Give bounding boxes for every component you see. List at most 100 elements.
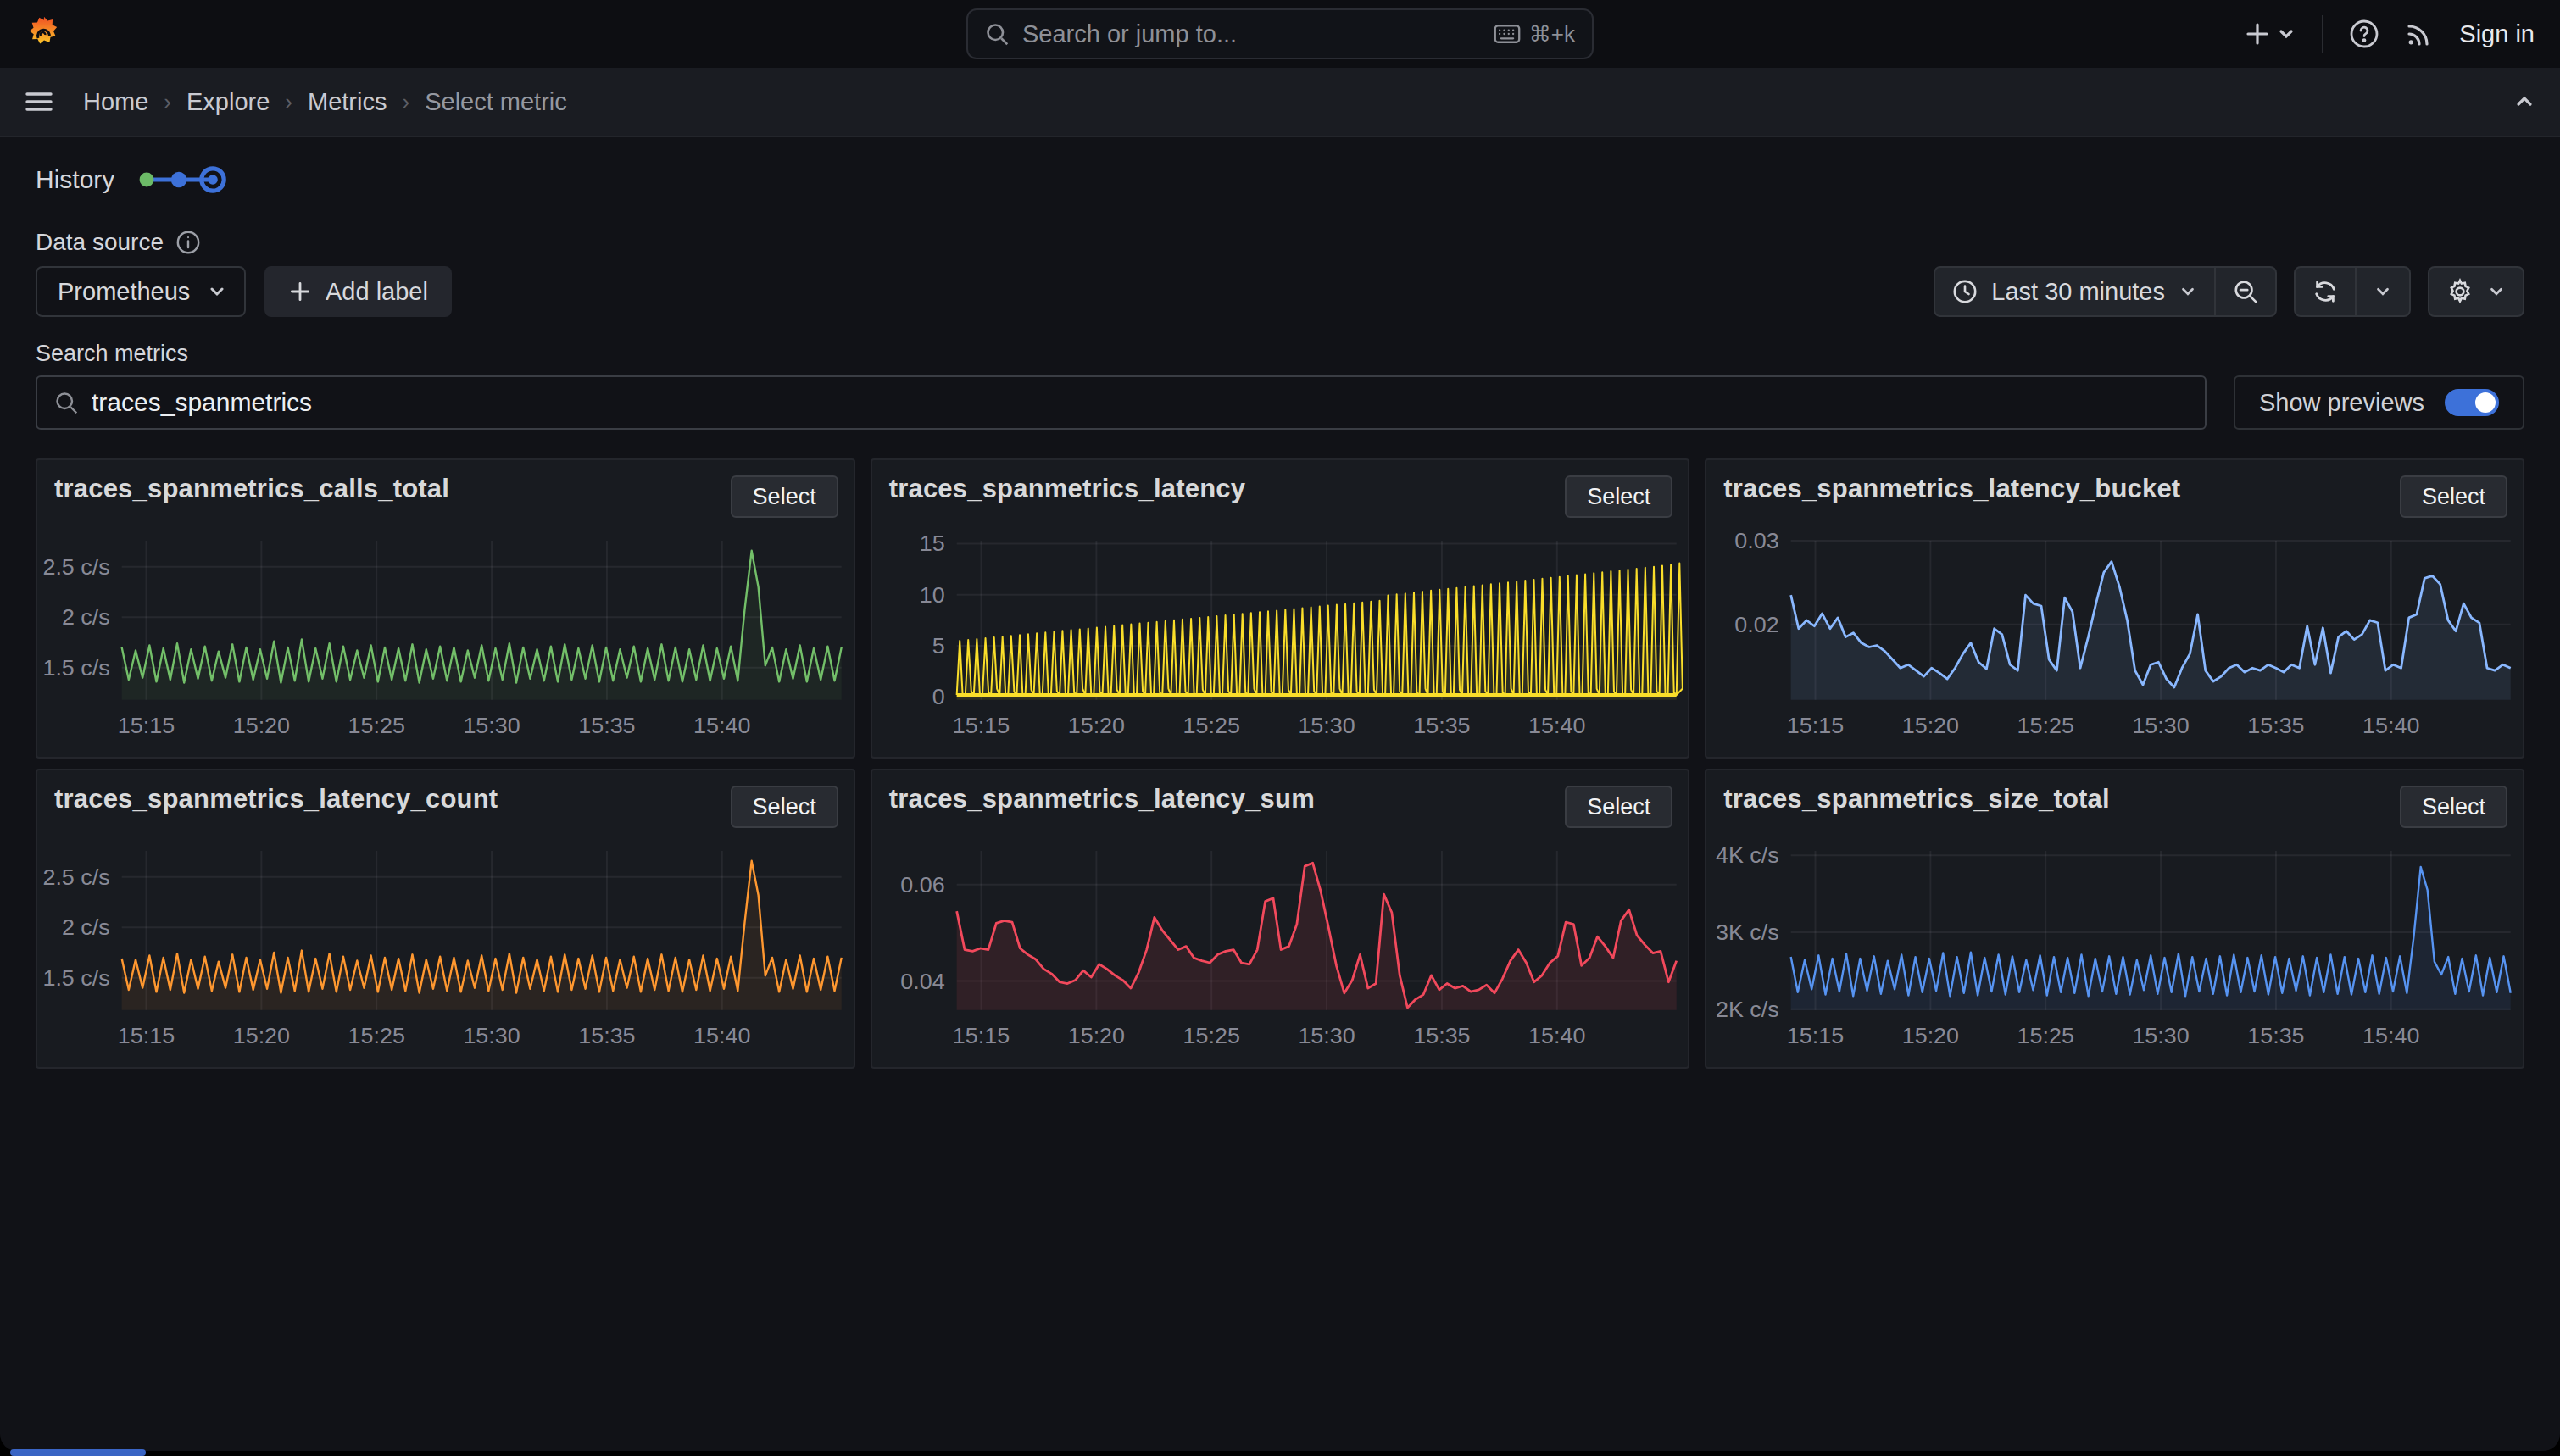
gear-icon: [2446, 278, 2474, 305]
svg-text:15:20: 15:20: [1902, 1023, 1959, 1048]
svg-text:15:20: 15:20: [233, 713, 290, 738]
svg-text:15:15: 15:15: [1787, 713, 1844, 738]
show-previews-control: Show previews: [2234, 375, 2524, 430]
svg-text:2 c/s: 2 c/s: [62, 604, 110, 630]
chevron-down-icon: [2276, 24, 2296, 44]
select-button[interactable]: Select: [1565, 786, 1672, 828]
svg-text:2.5 c/s: 2.5 c/s: [42, 864, 109, 890]
select-button[interactable]: Select: [731, 475, 838, 518]
settings-button[interactable]: [2429, 268, 2523, 315]
collapse-chevron-up-icon[interactable]: [2513, 90, 2536, 114]
svg-text:15:35: 15:35: [1413, 713, 1470, 738]
svg-text:15:35: 15:35: [2248, 713, 2305, 738]
add-label-button[interactable]: Add label: [264, 266, 452, 317]
plus-icon: [288, 280, 312, 303]
zoom-out-button[interactable]: [2216, 268, 2275, 315]
search-metrics-label: Search metrics: [36, 341, 2524, 367]
refresh-interval-dropdown[interactable]: [2357, 268, 2409, 315]
select-button[interactable]: Select: [2400, 786, 2507, 828]
datasource-picker-value: Prometheus: [58, 278, 190, 306]
svg-text:15:40: 15:40: [693, 1023, 750, 1048]
menu-toggle-icon[interactable]: [24, 86, 54, 117]
svg-text:15:15: 15:15: [953, 713, 1010, 738]
search-shortcut: ⌘+k: [1529, 21, 1575, 47]
search-row: traces_spanmetrics Show previews: [36, 375, 2524, 430]
svg-text:0.06: 0.06: [900, 872, 944, 897]
breadcrumb: Home › Explore › Metrics › Select metric: [83, 88, 567, 116]
settings-group: [2428, 266, 2524, 317]
svg-text:15:35: 15:35: [578, 713, 635, 738]
svg-text:0.02: 0.02: [1735, 612, 1779, 637]
refresh-group: [2294, 266, 2411, 317]
show-previews-toggle[interactable]: [2445, 389, 2499, 416]
svg-text:15:30: 15:30: [463, 713, 520, 738]
refresh-button[interactable]: [2296, 268, 2355, 315]
datasource-picker[interactable]: Prometheus: [36, 266, 246, 317]
content-pane: Home › Explore › Metrics › Select metric…: [0, 68, 2560, 1451]
breadcrumb-explore[interactable]: Explore: [186, 88, 270, 116]
svg-text:15:25: 15:25: [1183, 713, 1239, 738]
svg-text:3K c/s: 3K c/s: [1716, 920, 1779, 945]
svg-text:15:30: 15:30: [1298, 713, 1355, 738]
metric-panel: traces_spanmetrics_latency_bucket Select…: [1705, 458, 2524, 759]
svg-text:15:40: 15:40: [2362, 1023, 2419, 1048]
svg-text:15:40: 15:40: [1528, 713, 1585, 738]
news-rss-icon[interactable]: [2405, 19, 2434, 48]
metric-panel: traces_spanmetrics_latency Select 051015…: [871, 458, 1690, 759]
svg-text:15:20: 15:20: [1067, 713, 1124, 738]
nav-divider: [2322, 15, 2323, 53]
svg-text:15:25: 15:25: [1183, 1023, 1239, 1048]
svg-text:15:30: 15:30: [1298, 1023, 1355, 1048]
svg-text:15:35: 15:35: [578, 1023, 635, 1048]
svg-text:15:40: 15:40: [2362, 713, 2419, 738]
chevron-down-icon: [2487, 282, 2506, 301]
global-search-placeholder: Search or jump to...: [1022, 20, 1237, 48]
history-timeline-icon[interactable]: [135, 163, 230, 197]
metric-panel: traces_spanmetrics_calls_total Select 1.…: [36, 458, 855, 759]
time-picker-group: Last 30 minutes: [1934, 266, 2277, 317]
svg-text:5: 5: [932, 633, 944, 659]
new-menu-button[interactable]: [2244, 20, 2296, 47]
metric-panel: traces_spanmetrics_size_total Select 2K …: [1705, 769, 2524, 1069]
svg-text:15:25: 15:25: [2017, 713, 2074, 738]
svg-text:10: 10: [919, 582, 944, 608]
select-button[interactable]: Select: [2400, 475, 2507, 518]
breadcrumb-separator: ›: [285, 89, 292, 115]
breadcrumb-home[interactable]: Home: [83, 88, 148, 116]
svg-text:15:15: 15:15: [1787, 1023, 1844, 1048]
metrics-search-input[interactable]: traces_spanmetrics: [36, 375, 2207, 430]
grafana-app: Search or jump to... ⌘+k: [0, 0, 2560, 1456]
add-label-text: Add label: [326, 278, 428, 306]
svg-text:15:30: 15:30: [2133, 1023, 2190, 1048]
help-icon[interactable]: [2349, 19, 2379, 49]
chevron-down-icon: [2179, 282, 2197, 301]
svg-text:15:40: 15:40: [693, 713, 750, 738]
svg-text:15:15: 15:15: [118, 713, 175, 738]
show-previews-label: Show previews: [2259, 389, 2424, 417]
chevron-down-icon: [207, 281, 227, 302]
svg-text:15:35: 15:35: [2248, 1023, 2305, 1048]
svg-text:0: 0: [932, 684, 944, 709]
svg-text:15:15: 15:15: [118, 1023, 175, 1048]
top-nav: Search or jump to... ⌘+k: [0, 0, 2560, 68]
global-search-input[interactable]: Search or jump to... ⌘+k: [966, 8, 1594, 59]
breadcrumb-metrics[interactable]: Metrics: [308, 88, 387, 116]
svg-text:15:20: 15:20: [1067, 1023, 1124, 1048]
zoom-out-icon: [2233, 279, 2258, 304]
time-range-picker[interactable]: Last 30 minutes: [1935, 268, 2214, 315]
select-button[interactable]: Select: [1565, 475, 1672, 518]
grafana-logo[interactable]: [25, 15, 63, 53]
svg-text:2.5 c/s: 2.5 c/s: [42, 554, 109, 580]
svg-text:15:20: 15:20: [1902, 713, 1959, 738]
breadcrumb-bar: Home › Explore › Metrics › Select metric: [0, 68, 2560, 137]
svg-text:1.5 c/s: 1.5 c/s: [42, 655, 109, 681]
chevron-down-icon: [2374, 282, 2392, 301]
select-button[interactable]: Select: [731, 786, 838, 828]
metrics-grid: traces_spanmetrics_calls_total Select 1.…: [36, 458, 2524, 1069]
scrollbar-thumb[interactable]: [10, 1449, 146, 1456]
sign-in-button[interactable]: Sign in: [2459, 20, 2535, 48]
datasource-label: Data source: [36, 229, 164, 256]
info-icon[interactable]: [175, 230, 201, 255]
search-icon: [54, 391, 78, 414]
history-label: History: [36, 165, 114, 194]
